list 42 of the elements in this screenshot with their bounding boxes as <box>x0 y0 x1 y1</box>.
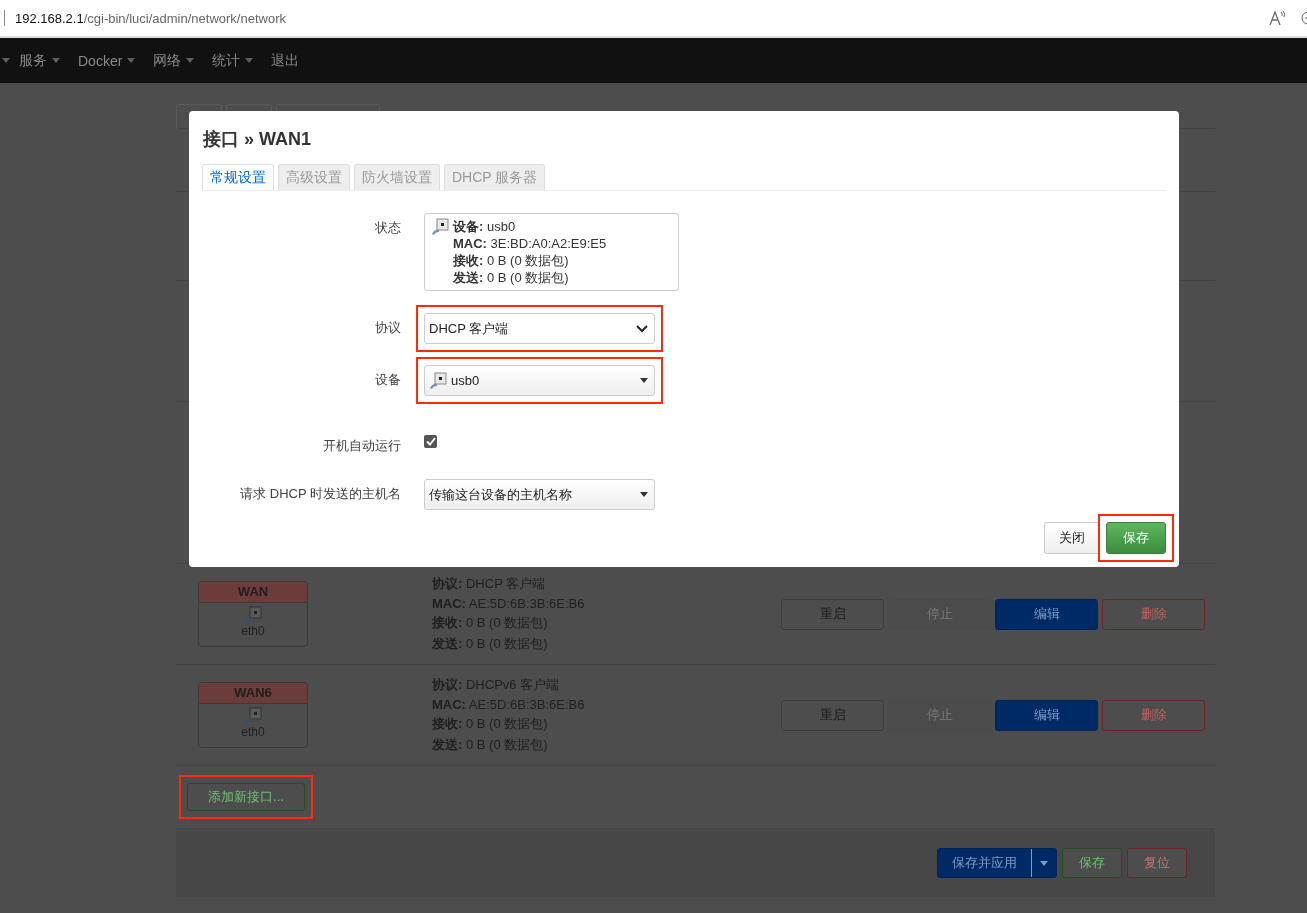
status-line: 接收: 0 B (0 数据包) <box>453 252 570 269</box>
row-button[interactable]: 编辑 <box>995 699 1098 731</box>
add-interface-button[interactable]: 添加新接口... <box>187 783 305 811</box>
caret-icon <box>1040 860 1048 866</box>
chevron-icon <box>636 324 648 333</box>
network-port-icon <box>431 218 449 236</box>
field-label: 协议 <box>374 319 401 337</box>
nav-menu[interactable]: 服务 <box>10 51 69 70</box>
save-apply-button[interactable]: 保存并应用 <box>937 848 1057 878</box>
caret-icon <box>245 58 254 63</box>
checkbox[interactable] <box>424 435 437 448</box>
network-port-icon <box>244 606 262 624</box>
status-line: MAC: 3E:BD:A0:A2:E9:E5 <box>453 235 607 252</box>
row-button[interactable]: 编辑 <box>995 598 1098 630</box>
status-line: 发送: 0 B (0 数据包) <box>453 269 570 286</box>
dialog-button[interactable]: 关闭 <box>1044 522 1100 554</box>
nav-menu[interactable]: 退出 <box>262 51 309 70</box>
field-label: 设备 <box>374 371 401 389</box>
tab[interactable]: 常规设置 <box>202 164 274 190</box>
network-port-icon <box>429 371 447 390</box>
footer-button[interactable]: 保存 <box>1062 848 1122 878</box>
network-port-icon <box>244 707 262 725</box>
dialog-button[interactable]: 保存 <box>1106 522 1166 554</box>
caret-icon <box>52 58 60 63</box>
read-aloud-icon[interactable] <box>1269 10 1287 26</box>
dialog-title: 接口 » WAN1 <box>203 128 313 151</box>
nav-menu[interactable]: 统计 <box>203 51 263 70</box>
device-select[interactable]: usb0 <box>424 365 655 396</box>
nav-menu[interactable]: 网络 <box>144 51 204 70</box>
status-line: 设备: usb0 <box>453 218 517 235</box>
field-label: 请求 DHCP 时发送的主机名 <box>239 485 401 503</box>
caret-icon <box>186 58 195 63</box>
nav-menu[interactable]: Docker <box>69 52 145 69</box>
field-label: 开机自动运行 <box>322 437 401 455</box>
footer-button[interactable]: 复位 <box>1127 848 1187 878</box>
caret-icon <box>640 378 648 383</box>
hostname-select[interactable]: 传输这台设备的主机名称 <box>424 479 655 510</box>
caret-icon <box>127 58 136 63</box>
caret-icon <box>640 492 648 497</box>
field-label: 状态 <box>374 219 401 237</box>
caret-icon <box>2 58 10 63</box>
protocol-select[interactable]: DHCP 客户端 <box>424 313 655 344</box>
